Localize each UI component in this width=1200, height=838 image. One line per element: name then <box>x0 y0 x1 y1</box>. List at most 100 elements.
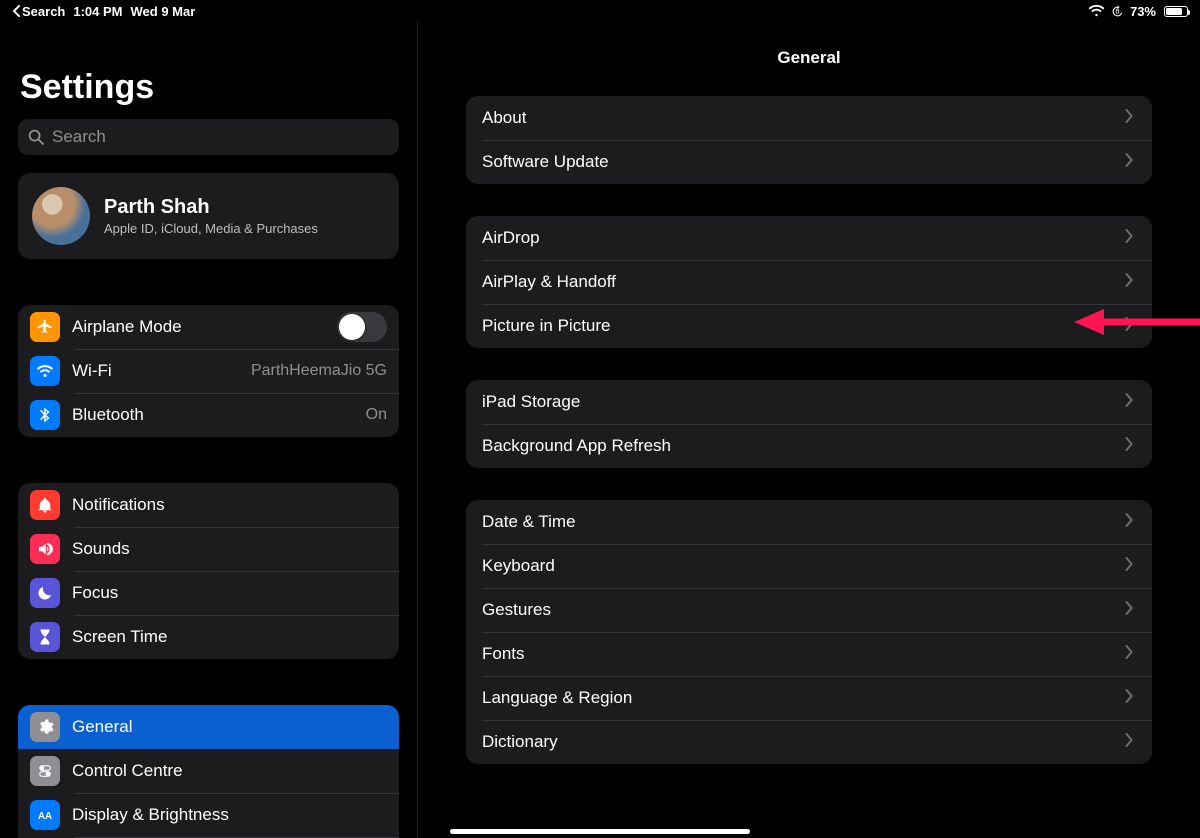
chevron-right-icon <box>1122 273 1136 287</box>
chevron-right-icon <box>1122 317 1136 331</box>
sidebar-item-bluetooth[interactable]: Bluetooth On <box>18 393 399 437</box>
battery-percentage: 73% <box>1130 4 1156 19</box>
row-icon <box>30 490 60 520</box>
sidebar-item-label: Notifications <box>72 495 165 515</box>
sidebar-item-sounds[interactable]: Sounds <box>18 527 399 571</box>
row-icon <box>30 400 60 430</box>
detail-row-label: Dictionary <box>482 732 558 752</box>
sidebar-item-label: Screen Time <box>72 627 167 647</box>
detail-row-airdrop[interactable]: AirDrop <box>466 216 1152 260</box>
detail-row-background-app-refresh[interactable]: Background App Refresh <box>466 424 1152 468</box>
chevron-right-icon <box>1122 512 1136 532</box>
chevron-right-icon <box>1122 733 1136 747</box>
chevron-right-icon <box>1122 109 1136 123</box>
battery-icon <box>1162 6 1188 17</box>
wifi-icon <box>1088 5 1105 17</box>
back-to-search[interactable]: Search <box>12 4 65 19</box>
chevron-right-icon <box>1122 228 1136 248</box>
detail-row-language-region[interactable]: Language & Region <box>466 676 1152 720</box>
detail-row-fonts[interactable]: Fonts <box>466 632 1152 676</box>
speaker-icon <box>36 540 54 558</box>
status-date: Wed 9 Mar <box>131 4 196 19</box>
sidebar-item-label: General <box>72 717 132 737</box>
sidebar-item-notifications[interactable]: Notifications <box>18 483 399 527</box>
airplane-icon <box>36 318 54 336</box>
sidebar-item-screen-time[interactable]: Screen Time <box>18 615 399 659</box>
detail-row-date-time[interactable]: Date & Time <box>466 500 1152 544</box>
detail-row-keyboard[interactable]: Keyboard <box>466 544 1152 588</box>
switches-icon <box>36 762 54 780</box>
chevron-right-icon <box>1122 513 1136 527</box>
detail-row-label: About <box>482 108 526 128</box>
chevron-right-icon <box>1122 436 1136 456</box>
sidebar-item-label: Wi-Fi <box>72 361 112 381</box>
aa-icon: AA <box>36 806 54 824</box>
bell-icon <box>36 496 54 514</box>
page-title: Settings <box>20 68 397 107</box>
chevron-right-icon <box>1122 316 1136 336</box>
sidebar-item-display-brightness[interactable]: AADisplay & Brightness <box>18 793 399 837</box>
toggle[interactable] <box>337 312 387 342</box>
chevron-right-icon <box>1122 437 1136 451</box>
chevron-right-icon <box>1122 601 1136 615</box>
chevron-right-icon <box>1122 229 1136 243</box>
bluetooth-icon <box>36 406 54 424</box>
avatar <box>32 187 90 245</box>
status-time: 1:04 PM <box>73 4 122 19</box>
sidebar-item-airplane-mode[interactable]: Airplane Mode <box>18 305 399 349</box>
detail-row-ipad-storage[interactable]: iPad Storage <box>466 380 1152 424</box>
chevron-left-icon <box>12 5 20 17</box>
svg-text:AA: AA <box>38 811 52 822</box>
detail-row-label: Gestures <box>482 600 551 620</box>
detail-row-airplay-handoff[interactable]: AirPlay & Handoff <box>466 260 1152 304</box>
moon-icon <box>36 584 54 602</box>
sidebar-item-label: Sounds <box>72 539 130 559</box>
detail-row-label: Fonts <box>482 644 525 664</box>
chevron-right-icon <box>1122 644 1136 664</box>
sidebar-item-label: Bluetooth <box>72 405 144 425</box>
search-input[interactable] <box>52 127 389 147</box>
sidebar-item-wi-fi[interactable]: Wi-Fi ParthHeemaJio 5G <box>18 349 399 393</box>
gear-icon <box>36 718 54 736</box>
settings-sidebar: Settings Parth Shah Apple ID, iCloud, Me… <box>0 22 418 838</box>
chevron-right-icon <box>1122 272 1136 292</box>
detail-row-software-update[interactable]: Software Update <box>466 140 1152 184</box>
detail-row-about[interactable]: About <box>466 96 1152 140</box>
sidebar-item-label: Focus <box>72 583 118 603</box>
row-icon <box>30 312 60 342</box>
detail-row-dictionary[interactable]: Dictionary <box>466 720 1152 764</box>
row-value: ParthHeemaJio 5G <box>251 362 387 380</box>
chevron-right-icon <box>1122 688 1136 708</box>
row-icon: AA <box>30 800 60 830</box>
detail-row-label: AirDrop <box>482 228 540 248</box>
sidebar-item-control-centre[interactable]: Control Centre <box>18 749 399 793</box>
apple-id-row[interactable]: Parth Shah Apple ID, iCloud, Media & Pur… <box>18 173 399 259</box>
detail-row-gestures[interactable]: Gestures <box>466 588 1152 632</box>
chevron-right-icon <box>1122 557 1136 571</box>
back-label: Search <box>22 4 65 19</box>
detail-row-picture-in-picture[interactable]: Picture in Picture <box>466 304 1152 348</box>
chevron-right-icon <box>1122 393 1136 407</box>
detail-row-label: Date & Time <box>482 512 576 532</box>
search-field[interactable] <box>18 119 399 155</box>
hourglass-icon <box>36 628 54 646</box>
row-icon <box>30 578 60 608</box>
sidebar-item-focus[interactable]: Focus <box>18 571 399 615</box>
chevron-right-icon <box>1122 392 1136 412</box>
orientation-lock-icon <box>1111 5 1124 18</box>
sidebar-item-general[interactable]: General <box>18 705 399 749</box>
chevron-right-icon <box>1122 732 1136 752</box>
sidebar-item-label: Control Centre <box>72 761 183 781</box>
chevron-right-icon <box>1122 152 1136 172</box>
detail-row-label: Keyboard <box>482 556 555 576</box>
row-value: On <box>366 406 387 424</box>
chevron-right-icon <box>1122 600 1136 620</box>
row-icon <box>30 712 60 742</box>
statusbar: Search 1:04 PM Wed 9 Mar 73% <box>0 0 1200 22</box>
sidebar-item-label: Airplane Mode <box>72 317 182 337</box>
detail-row-label: Picture in Picture <box>482 316 611 336</box>
chevron-right-icon <box>1122 689 1136 703</box>
profile-name: Parth Shah <box>104 196 318 219</box>
home-indicator[interactable] <box>450 829 750 834</box>
chevron-right-icon <box>1122 645 1136 659</box>
